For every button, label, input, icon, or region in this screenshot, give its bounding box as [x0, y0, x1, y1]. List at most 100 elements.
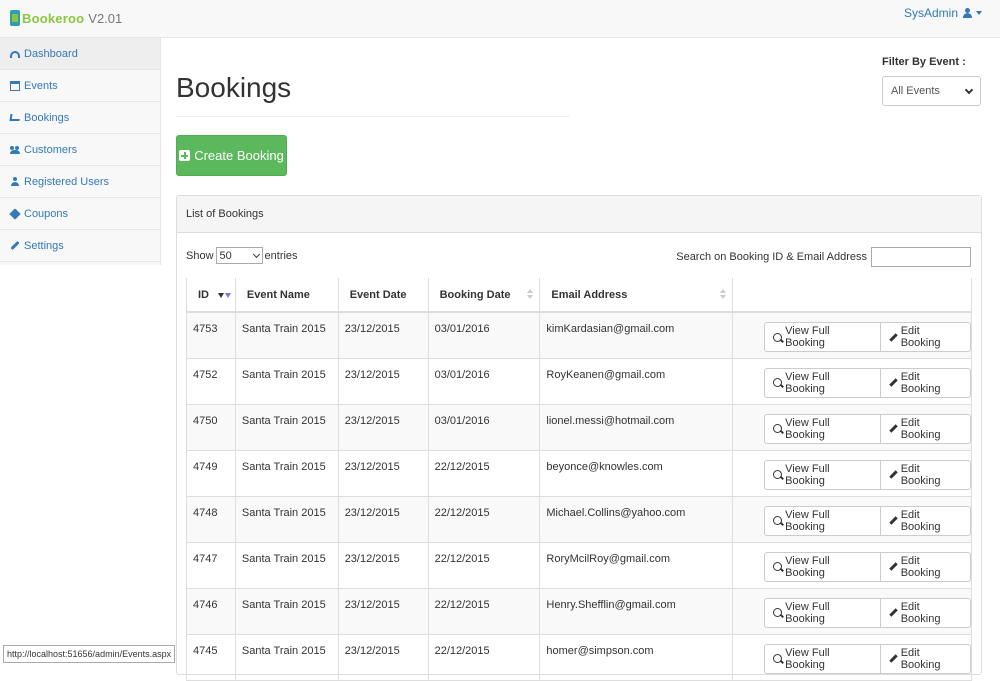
cell-booking-date: 22/12/2015: [428, 542, 541, 589]
chevron-down-icon: [964, 85, 974, 94]
row-actions: View Full Booking Edit Booking: [764, 322, 971, 352]
row-actions: View Full Booking Edit Booking: [764, 643, 971, 674]
bookings-table: ID Event Name Event Date Booking Date Em…: [186, 278, 972, 681]
search-icon: [773, 424, 783, 433]
cell-booking-date: 03/01/2016: [428, 312, 541, 359]
column-header-event-date[interactable]: Event Date: [338, 278, 429, 313]
cell-booking-date: 22/12/2015: [428, 588, 541, 635]
brand[interactable]: Bookeroo V2.01: [10, 10, 122, 26]
view-full-booking-button[interactable]: View Full Booking: [764, 459, 881, 490]
user-menu[interactable]: SysAdmin: [904, 6, 982, 20]
cell-event-name: Santa Train 2015: [235, 588, 339, 635]
cell-event-date: 23/12/2015: [338, 588, 429, 635]
sidebar-item-bookings[interactable]: Bookings: [0, 102, 160, 134]
cell-id: 4745: [186, 634, 236, 681]
pencil-icon: [889, 562, 898, 571]
view-full-booking-label: View Full Booking: [785, 416, 830, 441]
view-full-booking-button[interactable]: View Full Booking: [764, 322, 881, 352]
cell-booking-date: 03/01/2016: [428, 358, 541, 405]
event-filter-value: All Events: [891, 85, 940, 97]
show-label: Show: [186, 249, 214, 262]
cell-id: 4749: [186, 450, 236, 497]
edit-booking-label: Edit Booking: [900, 600, 941, 625]
cart-icon: [9, 114, 21, 121]
view-full-booking-button[interactable]: View Full Booking: [764, 551, 881, 582]
column-header-email[interactable]: Email Address: [539, 278, 734, 313]
create-booking-button[interactable]: Create Booking: [176, 135, 287, 176]
table-row: 4748 Santa Train 2015 23/12/2015 22/12/2015…: [186, 496, 972, 543]
sidebar-item-label: Coupons: [24, 207, 69, 220]
cell-booking-date: 22/12/2015: [428, 450, 541, 497]
table-search: Search on Booking ID & Email Address: [676, 247, 971, 267]
sidebar-item-label: Settings: [24, 239, 64, 252]
cell-actions: View Full Booking Edit Booking: [732, 312, 972, 359]
column-header-booking-date[interactable]: Booking Date: [428, 278, 541, 313]
pencil-icon: [889, 470, 898, 479]
table-row: 4750 Santa Train 2015 23/12/2015 03/01/2016…: [186, 404, 972, 451]
page-title: Bookings: [176, 72, 292, 103]
sidebar-item-label: Customers: [24, 143, 78, 156]
top-navbar: Bookeroo V2.01 SysAdmin: [0, 0, 1000, 38]
column-header-id[interactable]: ID: [186, 278, 236, 313]
cell-id: 4750: [186, 404, 236, 451]
edit-booking-button[interactable]: Edit Booking: [880, 413, 971, 444]
edit-booking-button[interactable]: Edit Booking: [880, 459, 971, 490]
calendar-icon: [10, 80, 20, 91]
cell-email: RoyKeanen@gmail.com: [539, 358, 734, 405]
pencil-icon: [889, 608, 898, 617]
cell-actions: View Full Booking Edit Booking: [732, 496, 972, 543]
edit-booking-button[interactable]: Edit Booking: [880, 597, 971, 628]
row-actions: View Full Booking Edit Booking: [764, 459, 971, 490]
event-filter-select[interactable]: All Events: [882, 76, 981, 106]
cell-event-name: Santa Train 2015: [235, 450, 339, 497]
column-header-event-name[interactable]: Event Name: [235, 278, 339, 313]
cell-event-name: Santa Train 2015: [235, 312, 339, 359]
table-row: 4749 Santa Train 2015 23/12/2015 22/12/2015…: [186, 450, 972, 497]
cell-email: Michael.Collins@yahoo.com: [539, 496, 734, 543]
sidebar-item-dashboard[interactable]: Dashboard: [0, 38, 160, 70]
entries-length-control: Show 50 entries: [186, 247, 298, 264]
edit-booking-button[interactable]: Edit Booking: [880, 505, 971, 536]
cell-event-date: 23/12/2015: [338, 496, 429, 543]
sidebar-item-settings[interactable]: Settings: [0, 230, 160, 262]
cell-id: 4746: [186, 588, 236, 635]
sidebar-item-registered-users[interactable]: Registered Users: [0, 166, 160, 198]
search-icon: [773, 516, 783, 525]
sidebar-item-label: Events: [24, 79, 58, 92]
sidebar-item-events[interactable]: Events: [0, 70, 160, 102]
edit-booking-button[interactable]: Edit Booking: [880, 322, 971, 352]
cell-event-name: Santa Train 2015: [235, 358, 339, 405]
cell-actions: View Full Booking Edit Booking: [732, 588, 972, 635]
sidebar-item-customers[interactable]: Customers: [0, 134, 160, 166]
edit-booking-button[interactable]: Edit Booking: [880, 367, 971, 398]
cell-actions: View Full Booking Edit Booking: [732, 542, 972, 589]
cell-id: 4753: [186, 312, 236, 359]
cell-id: 4752: [186, 358, 236, 405]
cell-event-name: Santa Train 2015: [235, 496, 339, 543]
users-icon: [10, 145, 20, 155]
sidebar-item-coupons[interactable]: Coupons: [0, 198, 160, 230]
tag-icon: [9, 207, 21, 220]
entries-select[interactable]: 50: [215, 247, 263, 264]
table-row: 4753 Santa Train 2015 23/12/2015 03/01/2016…: [186, 312, 972, 359]
search-icon: [773, 378, 783, 387]
edit-booking-button[interactable]: Edit Booking: [880, 643, 971, 674]
cell-email: Henry.Shefflin@gmail.com: [539, 588, 734, 635]
view-full-booking-button[interactable]: View Full Booking: [764, 643, 881, 674]
view-full-booking-label: View Full Booking: [785, 325, 830, 349]
view-full-booking-label: View Full Booking: [785, 462, 830, 487]
search-icon: [773, 562, 783, 571]
status-bar-url: http://localhost:51656/admin/Events.aspx: [3, 645, 176, 663]
view-full-booking-button[interactable]: View Full Booking: [764, 413, 881, 444]
view-full-booking-button[interactable]: View Full Booking: [764, 505, 881, 536]
view-full-booking-button[interactable]: View Full Booking: [764, 597, 881, 628]
edit-booking-button[interactable]: Edit Booking: [880, 551, 971, 582]
pencil-icon: [889, 516, 898, 525]
cell-event-name: Santa Train 2015: [235, 634, 339, 681]
view-full-booking-label: View Full Booking: [785, 600, 830, 625]
search-input[interactable]: [871, 247, 971, 267]
cell-event-date: 23/12/2015: [338, 634, 429, 681]
view-full-booking-button[interactable]: View Full Booking: [764, 367, 881, 398]
sidebar-item-label: Bookings: [24, 111, 70, 124]
bookings-panel: List of Bookings Show 50 entries Search …: [176, 195, 982, 681]
